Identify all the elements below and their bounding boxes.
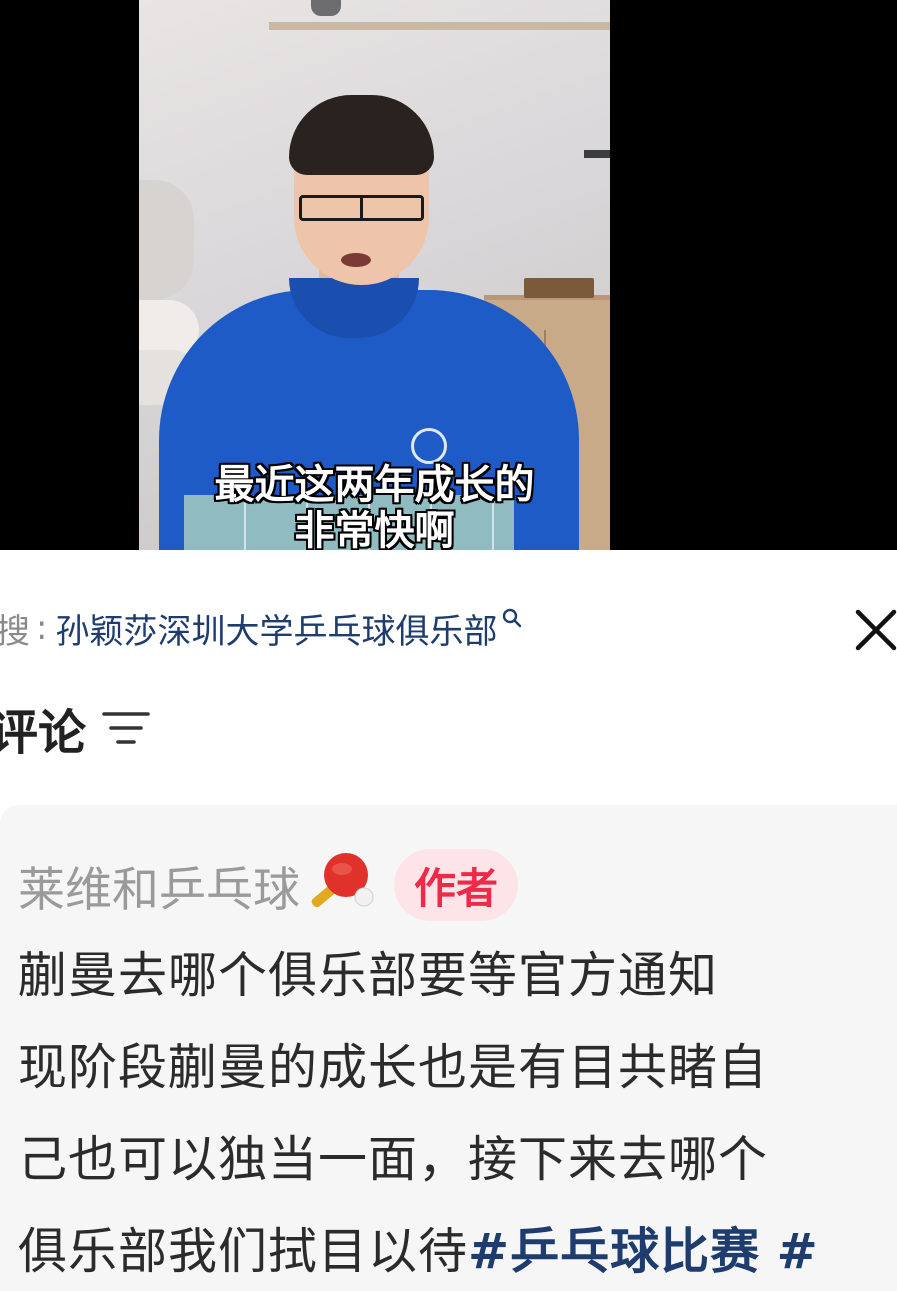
- comment-line: 蒯曼去哪个俱乐部要等官方通知: [18, 947, 719, 1004]
- presenter-glasses: [299, 195, 424, 221]
- comment-line: 己也可以独当一面，接下来去哪个: [18, 1131, 769, 1188]
- video-player[interactable]: 最近这两年成长的 非常快啊: [0, 0, 897, 554]
- search-icon[interactable]: [501, 607, 523, 633]
- video-subtitle: 非常快啊: [294, 508, 455, 554]
- comment-line: 俱乐部我们拭目以待#乒乓球比赛 #: [18, 1206, 897, 1291]
- presenter-mouth: [341, 253, 371, 267]
- background-lamp: [139, 180, 194, 300]
- search-separator: :: [36, 608, 48, 648]
- background-decor: [584, 150, 610, 158]
- comment-line: 现阶段蒯曼的成长也是有目共睹自: [18, 1039, 769, 1096]
- background-decor: [524, 278, 594, 298]
- comment-author-name[interactable]: 莱维和乒乓球: [18, 851, 300, 920]
- comment-panel: 搜 : 孙颖莎深圳大学乒乓球俱乐部 评论 莱维和乒乓球 作者 蒯曼去哪个俱乐部要…: [0, 550, 897, 1291]
- comment-line-text: 俱乐部我们拭目以待: [18, 1223, 469, 1280]
- comments-header: 评论: [0, 700, 150, 761]
- comment-text: 蒯曼去哪个俱乐部要等官方通知 现阶段蒯曼的成长也是有目共睹自 己也可以独当一面，…: [18, 930, 897, 1291]
- comments-title: 评论: [0, 705, 87, 761]
- background-decor: [311, 0, 341, 16]
- author-badge: 作者: [394, 849, 519, 921]
- comment-item[interactable]: 莱维和乒乓球 作者 蒯曼去哪个俱乐部要等官方通知 现阶段蒯曼的成长也是有目共睹自…: [0, 805, 897, 1291]
- comment-author-row: 莱维和乒乓球 作者: [18, 849, 519, 921]
- ping-pong-paddle-icon: [306, 851, 376, 919]
- video-subtitle: 最近这两年成长的: [214, 462, 535, 508]
- background-shelf: [269, 22, 610, 30]
- hashtag-link[interactable]: #乒乓球比赛: [468, 1223, 760, 1280]
- sort-filter-icon[interactable]: [102, 708, 150, 752]
- related-search-link[interactable]: 搜 : 孙颖莎深圳大学乒乓球俱乐部: [0, 604, 523, 653]
- presenter-hair: [289, 95, 434, 175]
- hashtag-link[interactable]: #: [777, 1223, 819, 1280]
- close-icon[interactable]: [852, 606, 897, 654]
- search-prefix-label: 搜: [0, 611, 30, 652]
- shirt-logo: [411, 428, 447, 464]
- search-term[interactable]: 孙颖莎深圳大学乒乓球俱乐部: [55, 604, 497, 653]
